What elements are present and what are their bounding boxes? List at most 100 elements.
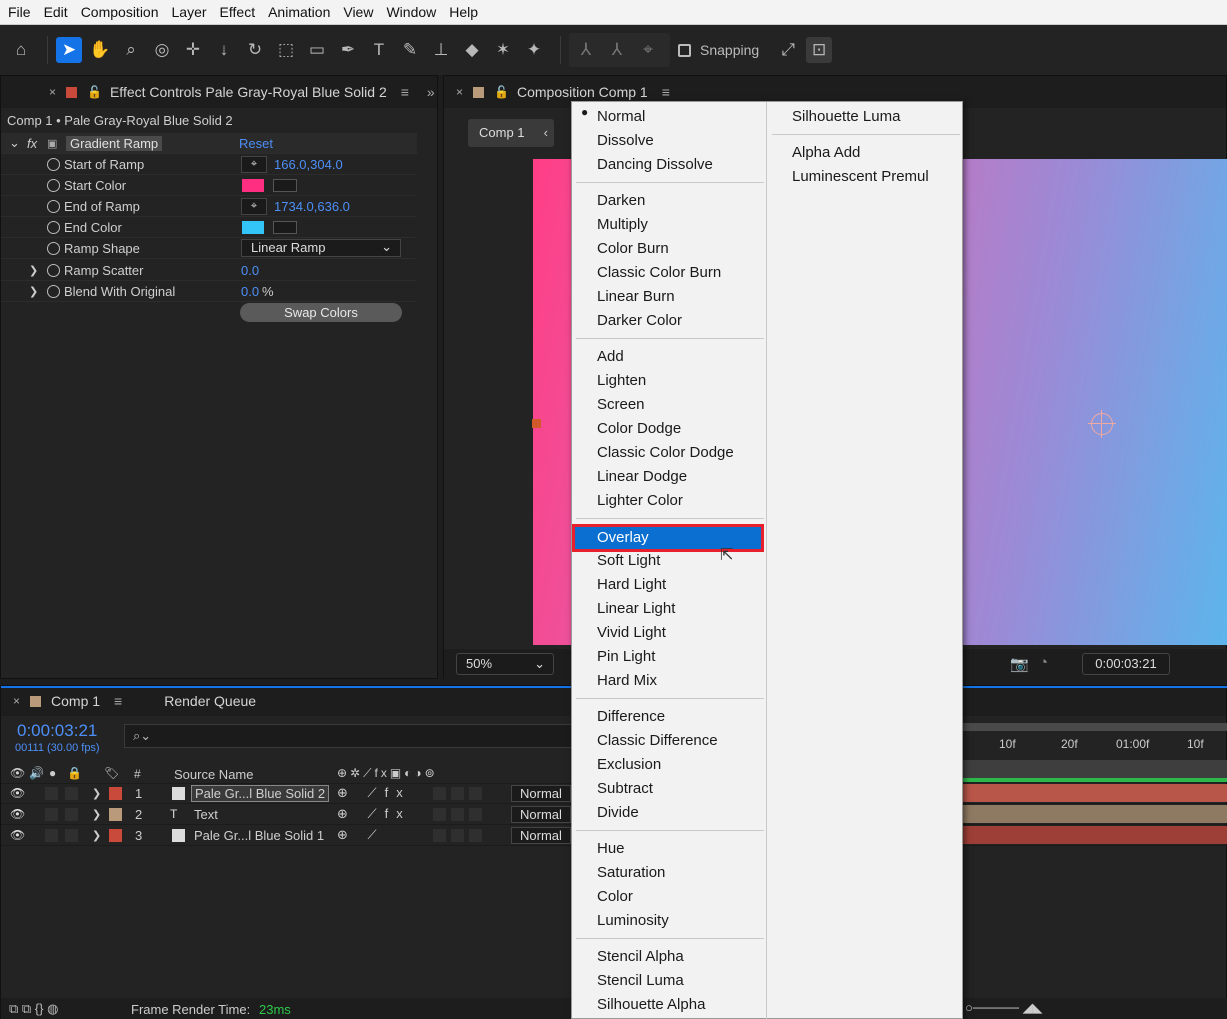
comp-toggle-icons[interactable]: ⧉ ⧉ {} ◍ xyxy=(9,1001,58,1017)
view-axis-icon[interactable]: ⌖ xyxy=(635,37,661,63)
rotation-tool-icon[interactable]: ↻ xyxy=(242,37,268,63)
close-icon[interactable]: × xyxy=(456,85,463,99)
hand-tool-icon[interactable]: ✋ xyxy=(87,37,113,63)
chevron-left-icon[interactable]: ‹ xyxy=(544,119,548,147)
blend-classic-difference[interactable]: Classic Difference xyxy=(572,729,764,753)
blend-normal[interactable]: Normal xyxy=(572,105,764,129)
blend-dancing-dissolve[interactable]: Dancing Dissolve xyxy=(572,153,764,177)
type-tool-icon[interactable]: T xyxy=(366,37,392,63)
zoom-tool-icon[interactable]: ⌕ xyxy=(118,37,144,63)
blend-stencil-alpha[interactable]: Stencil Alpha xyxy=(572,945,764,969)
solo-switch[interactable] xyxy=(45,786,58,800)
menu-effect[interactable]: Effect xyxy=(220,4,256,20)
menu-layer[interactable]: Layer xyxy=(172,4,207,20)
blend-subtract[interactable]: Subtract xyxy=(572,777,764,801)
eye-icon[interactable]: 👁 xyxy=(10,786,25,800)
ramp-shape-dropdown[interactable]: Linear Ramp ⌄ xyxy=(241,239,401,257)
stopwatch-icon[interactable] xyxy=(47,199,60,213)
layer-switch[interactable] xyxy=(451,807,464,821)
menu-help[interactable]: Help xyxy=(449,4,478,20)
rectangle-tool-icon[interactable]: ▭ xyxy=(304,37,330,63)
menu-animation[interactable]: Animation xyxy=(268,4,330,20)
render-queue-tab[interactable]: Render Queue xyxy=(164,693,256,709)
video-column-icon[interactable]: 👁 xyxy=(10,766,25,780)
lock-switch[interactable] xyxy=(65,807,78,821)
layer-handle[interactable] xyxy=(532,419,541,428)
label-color[interactable] xyxy=(109,786,122,800)
stopwatch-icon[interactable] xyxy=(47,157,60,171)
blend-difference[interactable]: Difference xyxy=(572,705,764,729)
start-of-ramp-value[interactable]: 166.0,304.0 xyxy=(274,157,343,172)
expand-panel-icon[interactable]: » xyxy=(427,84,435,100)
eye-icon[interactable]: 👁 xyxy=(10,807,25,821)
work-area-bar[interactable] xyxy=(963,723,1227,731)
blend-lighter-color[interactable]: Lighter Color xyxy=(572,489,764,513)
blend-stencil-luma[interactable]: Stencil Luma xyxy=(572,969,764,993)
layer-mode-dropdown[interactable]: Normal xyxy=(511,784,571,802)
blend-darker-color[interactable]: Darker Color xyxy=(572,309,764,333)
lock-switch[interactable] xyxy=(65,786,78,800)
puppet-pin-tool-icon[interactable]: ✦ xyxy=(521,37,547,63)
blend-hard-mix[interactable]: Hard Mix xyxy=(572,669,764,693)
blend-linear-light[interactable]: Linear Light xyxy=(572,597,764,621)
show-snapshot-icon[interactable]: ◔ xyxy=(1039,654,1048,671)
comp-flowchart-tab[interactable]: Comp 1 ‹ xyxy=(468,119,554,147)
blend-silhouette-luma[interactable]: Silhouette Luma xyxy=(767,105,959,129)
blend-saturation[interactable]: Saturation xyxy=(572,861,764,885)
anchor-point-icon[interactable] xyxy=(1088,410,1116,438)
layer-duration-bar[interactable] xyxy=(963,784,1227,802)
blend-luminescent-premul[interactable]: Luminescent Premul xyxy=(767,165,959,189)
stopwatch-icon[interactable] xyxy=(47,220,60,234)
snap-features-icon[interactable]: ⊡ xyxy=(806,37,833,63)
timeline-tab-comp1[interactable]: Comp 1 xyxy=(51,693,100,709)
selection-tool-icon[interactable]: ➤ xyxy=(56,37,82,63)
source-name-column-header[interactable]: Source Name xyxy=(174,767,253,782)
layer-switches[interactable]: ⊕ ⟋ xyxy=(337,827,385,843)
layer-duration-bar[interactable] xyxy=(963,826,1227,844)
blend-add[interactable]: Add xyxy=(572,345,764,369)
blend-multiply[interactable]: Multiply xyxy=(572,213,764,237)
time-ruler[interactable]: 10f 20f 01:00f 10f xyxy=(963,734,1227,758)
blend-hard-light[interactable]: Hard Light xyxy=(572,573,764,597)
solo-switch[interactable] xyxy=(45,807,58,821)
solo-switch[interactable] xyxy=(45,828,58,842)
blend-overlay[interactable]: Overlay xyxy=(572,524,764,552)
snapshot-icon[interactable]: 📷 xyxy=(1010,655,1029,673)
blend-classic-color-burn[interactable]: Classic Color Burn xyxy=(572,261,764,285)
eyedropper-icon[interactable] xyxy=(273,220,297,234)
reset-link[interactable]: Reset xyxy=(239,136,273,151)
blend-dissolve[interactable]: Dissolve xyxy=(572,129,764,153)
label-column-icon[interactable]: 🏷 xyxy=(104,766,119,780)
blend-hue[interactable]: Hue xyxy=(572,837,764,861)
layer-switch[interactable] xyxy=(451,786,464,800)
end-of-ramp-value[interactable]: 1734.0,636.0 xyxy=(274,199,350,214)
timeline-search-input[interactable]: ⌕⌄ xyxy=(124,724,572,748)
panel-menu-icon[interactable]: ≡ xyxy=(114,693,122,709)
timeline-timecode[interactable]: 0:00:03:21 xyxy=(17,721,97,741)
snapping-checkbox[interactable] xyxy=(678,43,691,57)
blend-alpha-add[interactable]: Alpha Add xyxy=(767,141,959,165)
eye-icon[interactable]: 👁 xyxy=(10,828,25,842)
blend-divide[interactable]: Divide xyxy=(572,801,764,825)
menu-view[interactable]: View xyxy=(343,4,373,20)
point-target-icon[interactable]: ⌖ xyxy=(241,197,267,215)
pan-camera-icon[interactable]: ✛ xyxy=(180,37,206,63)
swap-colors-button[interactable]: Swap Colors xyxy=(240,303,402,322)
point-target-icon[interactable]: ⌖ xyxy=(241,155,267,173)
fx-icon[interactable]: fx xyxy=(27,136,37,151)
blend-color-dodge[interactable]: Color Dodge xyxy=(572,417,764,441)
lock-icon[interactable]: 🔓 xyxy=(87,85,102,99)
effect-name[interactable]: Gradient Ramp xyxy=(66,135,163,151)
collapse-chevron-icon[interactable]: ⌄ xyxy=(9,135,20,151)
stopwatch-icon[interactable] xyxy=(47,263,60,277)
orbit-camera-icon[interactable]: ◎ xyxy=(149,37,175,63)
close-icon[interactable]: × xyxy=(13,694,20,708)
blend-vivid-light[interactable]: Vivid Light xyxy=(572,621,764,645)
expand-chevron-icon[interactable]: ❯ xyxy=(29,285,38,298)
blend-silhouette-alpha[interactable]: Silhouette Alpha xyxy=(572,993,764,1017)
layer-mode-dropdown[interactable]: Normal xyxy=(511,805,571,823)
close-icon[interactable]: × xyxy=(49,85,56,99)
end-color-swatch[interactable] xyxy=(242,220,264,234)
menu-edit[interactable]: Edit xyxy=(44,4,68,20)
layer-switch[interactable] xyxy=(433,786,446,800)
